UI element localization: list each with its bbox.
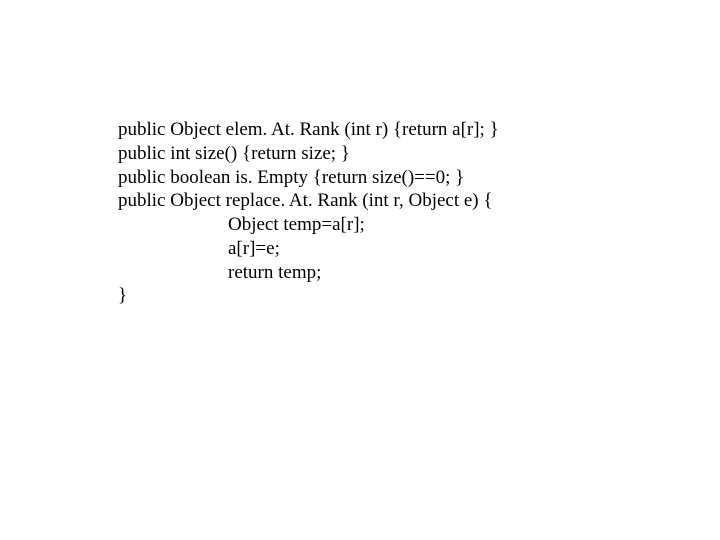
code-line-7: return temp; (118, 261, 720, 285)
code-line-8: } (118, 284, 720, 308)
code-line-1: public Object elem. At. Rank (int r) {re… (118, 118, 720, 142)
code-line-4: public Object replace. At. Rank (int r, … (118, 189, 720, 213)
code-line-2: public int size() {return size; } (118, 142, 720, 166)
code-line-5: Object temp=a[r]; (118, 213, 720, 237)
code-line-3: public boolean is. Empty {return size()=… (118, 166, 720, 190)
code-line-6: a[r]=e; (118, 237, 720, 261)
